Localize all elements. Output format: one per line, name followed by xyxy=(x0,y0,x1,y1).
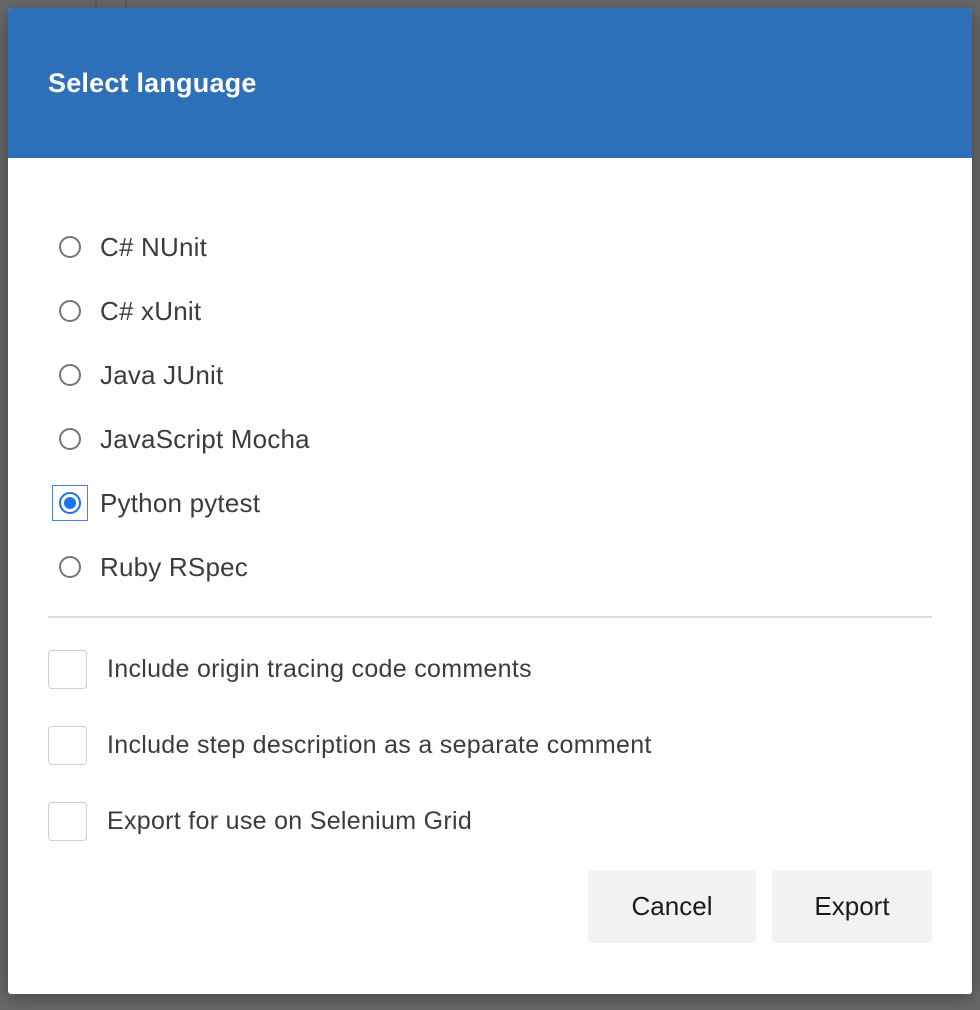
checkbox-label: Include origin tracing code comments xyxy=(107,654,532,683)
radio-label: C# NUnit xyxy=(100,231,208,262)
radio-label: C# xUnit xyxy=(100,295,202,326)
radio-label: Java JUnit xyxy=(100,359,224,390)
option-selenium-grid[interactable]: Export for use on Selenium Grid xyxy=(48,783,932,859)
radio-button[interactable] xyxy=(59,364,81,386)
option-step-description[interactable]: Include step description as a separate c… xyxy=(48,707,932,783)
language-option-ruby-rspec[interactable]: Ruby RSpec xyxy=(48,535,932,599)
language-radio-group: C# NUnit C# xUnit Java JUnit JavaScript … xyxy=(48,215,932,599)
checkbox-label: Export for use on Selenium Grid xyxy=(107,806,473,835)
radio-button[interactable] xyxy=(59,236,81,258)
checkbox-label: Include step description as a separate c… xyxy=(107,730,652,759)
dialog-actions: Cancel Export xyxy=(588,870,932,943)
radio-focus-ring xyxy=(52,421,88,457)
radio-focus-ring xyxy=(52,293,88,329)
radio-focus-ring xyxy=(52,229,88,265)
radio-button[interactable] xyxy=(59,428,81,450)
language-option-csharp-xunit[interactable]: C# xUnit xyxy=(48,279,932,343)
radio-focus-ring xyxy=(52,485,88,521)
language-option-java-junit[interactable]: Java JUnit xyxy=(48,343,932,407)
radio-button-selected[interactable] xyxy=(59,492,81,514)
cancel-button[interactable]: Cancel xyxy=(588,870,756,943)
radio-button[interactable] xyxy=(59,300,81,322)
dialog-header: Select language xyxy=(8,8,972,158)
section-divider xyxy=(48,616,932,618)
radio-focus-ring xyxy=(52,549,88,585)
language-option-csharp-nunit[interactable]: C# NUnit xyxy=(48,215,932,279)
radio-button[interactable] xyxy=(59,556,81,578)
option-origin-tracing[interactable]: Include origin tracing code comments xyxy=(48,631,932,707)
checkbox[interactable] xyxy=(48,649,87,689)
export-button[interactable]: Export xyxy=(772,870,932,943)
language-option-python-pytest[interactable]: Python pytest xyxy=(48,471,932,535)
select-language-dialog: Select language C# NUnit C# xUnit Java J… xyxy=(8,8,972,994)
language-option-javascript-mocha[interactable]: JavaScript Mocha xyxy=(48,407,932,471)
radio-label: Ruby RSpec xyxy=(100,551,248,582)
radio-label: JavaScript Mocha xyxy=(100,423,310,454)
checkbox[interactable] xyxy=(48,801,87,841)
dialog-title: Select language xyxy=(48,67,257,98)
checkbox[interactable] xyxy=(48,725,87,765)
radio-focus-ring xyxy=(52,357,88,393)
radio-label: Python pytest xyxy=(100,487,261,518)
export-options-group: Include origin tracing code comments Inc… xyxy=(48,631,932,859)
